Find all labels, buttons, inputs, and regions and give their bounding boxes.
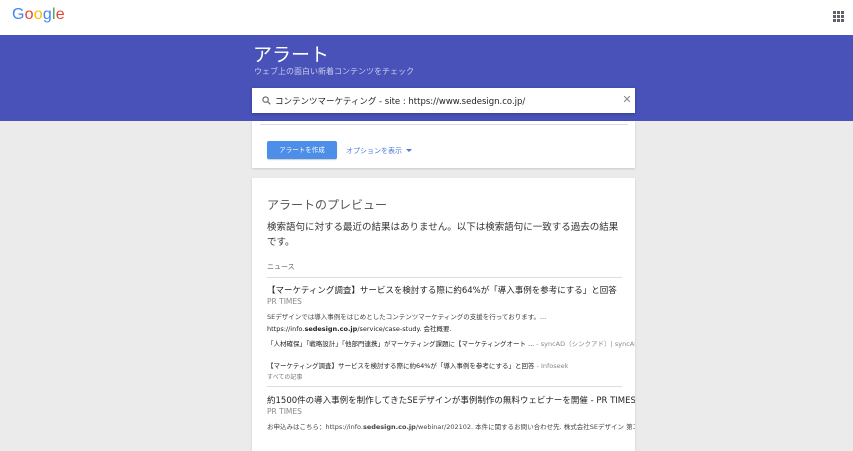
divider <box>260 124 628 125</box>
result-title-link[interactable]: 【マーケティング調査】サービスを検討する際に約64%が「導入事例を参考にする」と… <box>267 284 617 296</box>
related-source: - syncAD（シンクアド）| syncAD（シンクアド） <box>536 340 635 348</box>
logo-letter: e <box>55 6 65 23</box>
caret-down-icon <box>406 149 412 152</box>
url-bold-part: sedesign.co.jp <box>304 325 358 333</box>
logo-letter: g <box>42 6 52 23</box>
section-label-news: ニュース <box>267 263 295 271</box>
result-title-link[interactable]: 約1500件の導入事例を制作してきたSEデザインが事例制作の無料ウェビナーを開催… <box>267 394 635 406</box>
top-bar: Google <box>0 0 853 35</box>
preview-title: アラートのプレビュー <box>267 198 388 212</box>
google-logo[interactable]: Google <box>12 6 65 24</box>
snippet-part: /webinar/202102. 本件に関するお問い合わせ先. 株式会社SEデザ… <box>415 423 635 431</box>
alert-preview-card: アラートのプレビュー 検索語句に対する最近の結果はありません。以下は検索語句に一… <box>252 178 635 451</box>
apps-grid-icon[interactable] <box>833 11 844 22</box>
page-subtitle: ウェブ上の面白い新着コンテンツをチェック <box>254 67 414 76</box>
result-source: PR TIMES <box>267 407 302 416</box>
result-source: PR TIMES <box>267 297 302 306</box>
result-snippet: SEデザインでは導入事例をはじめとしたコンテンツマーケティングの支援を行っており… <box>267 313 547 321</box>
related-article-link[interactable]: 【マーケティング調査】サービスを検討する際に約64%が「導入事例を参考にする」と… <box>267 360 568 370</box>
search-input[interactable] <box>275 92 615 109</box>
divider <box>267 386 622 387</box>
show-options-link[interactable]: オプションを表示 <box>346 146 412 156</box>
related-title: 【マーケティング調査】サービスを検討する際に約64%が「導入事例を参考にする」と… <box>267 362 535 370</box>
result-snippet: お申込みはこちら：https://info.sedesign.co.jp/web… <box>267 421 635 431</box>
snippet-part: お申込みはこちら：https://info. <box>267 423 363 431</box>
search-box: ✕ <box>252 88 635 113</box>
all-articles-link[interactable]: すべての記事 <box>267 372 302 381</box>
url-part: /service/case-study. 会社概要. <box>357 325 452 333</box>
show-options-label: オプションを表示 <box>346 147 402 155</box>
clear-icon[interactable]: ✕ <box>620 93 634 107</box>
logo-letter: o <box>24 6 34 23</box>
result-url: https://info.sedesign.co.jp/service/case… <box>267 323 452 333</box>
logo-letter: G <box>12 6 25 23</box>
alert-options-card: アラートを作成 オプションを表示 <box>252 121 635 168</box>
create-alert-button[interactable]: アラートを作成 <box>267 141 337 159</box>
related-source: - Infoseek <box>534 362 569 370</box>
search-icon <box>262 96 271 105</box>
related-article-link[interactable]: 「人材確保」「戦略設計」「他部門連携」がマーケティング課題に【マーケティングオー… <box>267 338 635 348</box>
preview-message: 検索語句に対する最近の結果はありません。以下は検索語句に一致する過去の結果です。 <box>267 222 619 248</box>
logo-letter: o <box>33 6 43 23</box>
related-title: 「人材確保」「戦略設計」「他部門連携」がマーケティング課題に【マーケティングオー… <box>267 340 535 348</box>
snippet-bold-part: sedesign.co.jp <box>362 423 416 431</box>
url-part: https://info. <box>267 325 305 333</box>
divider <box>267 277 622 278</box>
page-title: アラート <box>253 44 330 66</box>
